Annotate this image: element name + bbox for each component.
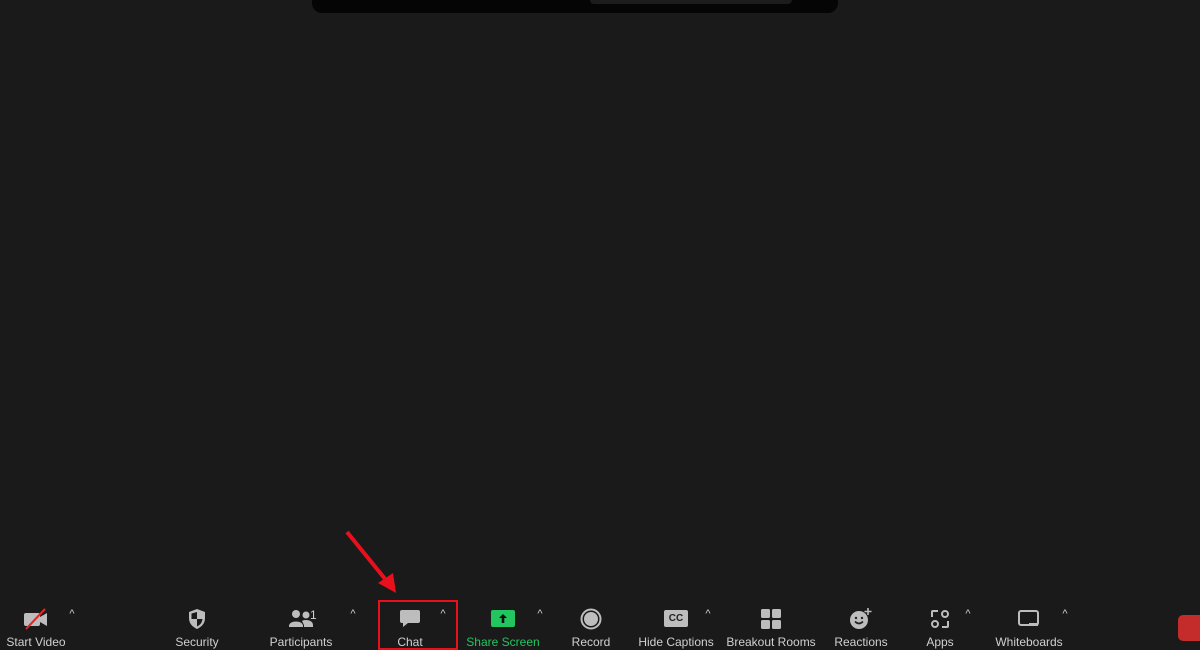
- reactions-label: Reactions: [834, 635, 888, 649]
- apps-label: Apps: [926, 635, 954, 649]
- chat-highlight-box: [378, 600, 458, 650]
- apps-options-caret[interactable]: ^: [962, 608, 974, 620]
- reactions-icon: [850, 608, 872, 629]
- top-panel-tab[interactable]: [590, 0, 792, 4]
- hide-captions-label: Hide Captions: [638, 635, 714, 649]
- security-label: Security: [175, 635, 219, 649]
- shield-icon: [189, 609, 205, 629]
- start-video-button[interactable]: Start Video: [1, 604, 71, 650]
- record-button[interactable]: Record: [566, 604, 616, 650]
- share-screen-icon: [491, 610, 515, 627]
- whiteboards-button[interactable]: Whiteboards: [989, 604, 1069, 650]
- breakout-rooms-button[interactable]: Breakout Rooms: [725, 604, 817, 650]
- whiteboard-icon: [1018, 610, 1039, 626]
- participants-count: 1: [310, 608, 317, 622]
- apps-icon: [931, 610, 949, 628]
- whiteboards-options-caret[interactable]: ^: [1059, 608, 1071, 620]
- video-off-icon: [24, 608, 47, 630]
- participants-button[interactable]: 1 Participants: [261, 604, 341, 650]
- video-options-caret[interactable]: ^: [66, 608, 78, 620]
- breakout-rooms-icon: [761, 609, 781, 629]
- captions-options-caret[interactable]: ^: [702, 608, 714, 620]
- whiteboards-label: Whiteboards: [995, 635, 1063, 649]
- participants-label: Participants: [269, 635, 333, 649]
- start-video-label: Start Video: [6, 635, 66, 649]
- top-panel: [312, 0, 838, 13]
- annotation-arrow-icon: [345, 530, 396, 593]
- reactions-button[interactable]: Reactions: [831, 604, 891, 650]
- breakout-rooms-label: Breakout Rooms: [726, 635, 816, 649]
- record-label: Record: [571, 635, 611, 649]
- cc-icon: CC: [664, 610, 688, 627]
- share-screen-button[interactable]: Share Screen: [463, 604, 543, 650]
- participants-options-caret[interactable]: ^: [347, 608, 359, 620]
- end-meeting-button[interactable]: [1178, 615, 1200, 641]
- apps-button[interactable]: Apps: [915, 604, 965, 650]
- security-button[interactable]: Security: [167, 604, 227, 650]
- share-options-caret[interactable]: ^: [534, 608, 546, 620]
- share-screen-label: Share Screen: [466, 635, 540, 649]
- record-icon: [580, 608, 602, 630]
